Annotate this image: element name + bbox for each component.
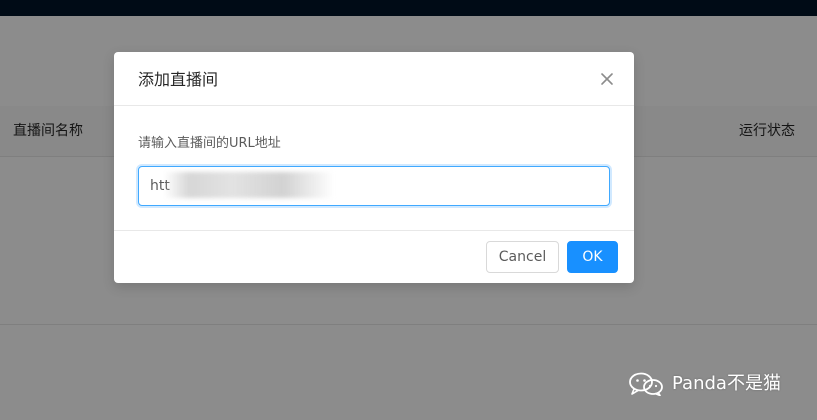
url-field-label: 请输入直播间的URL地址 (138, 136, 281, 151)
watermark-text: Panda不是猫 (672, 373, 781, 394)
wechat-icon (629, 372, 663, 396)
close-button[interactable] (594, 66, 620, 92)
close-icon (601, 73, 613, 85)
cancel-button[interactable]: Cancel (486, 241, 559, 273)
dialog-header: 添加直播间 (114, 52, 634, 106)
add-room-dialog: 添加直播间 请输入直播间的URL地址 Cancel OK (114, 52, 634, 283)
watermark: Panda不是猫 (628, 370, 781, 398)
dialog-footer: Cancel OK (114, 230, 634, 283)
ok-button[interactable]: OK (567, 241, 618, 273)
url-input[interactable] (138, 166, 610, 206)
dialog-title: 添加直播间 (138, 70, 219, 89)
